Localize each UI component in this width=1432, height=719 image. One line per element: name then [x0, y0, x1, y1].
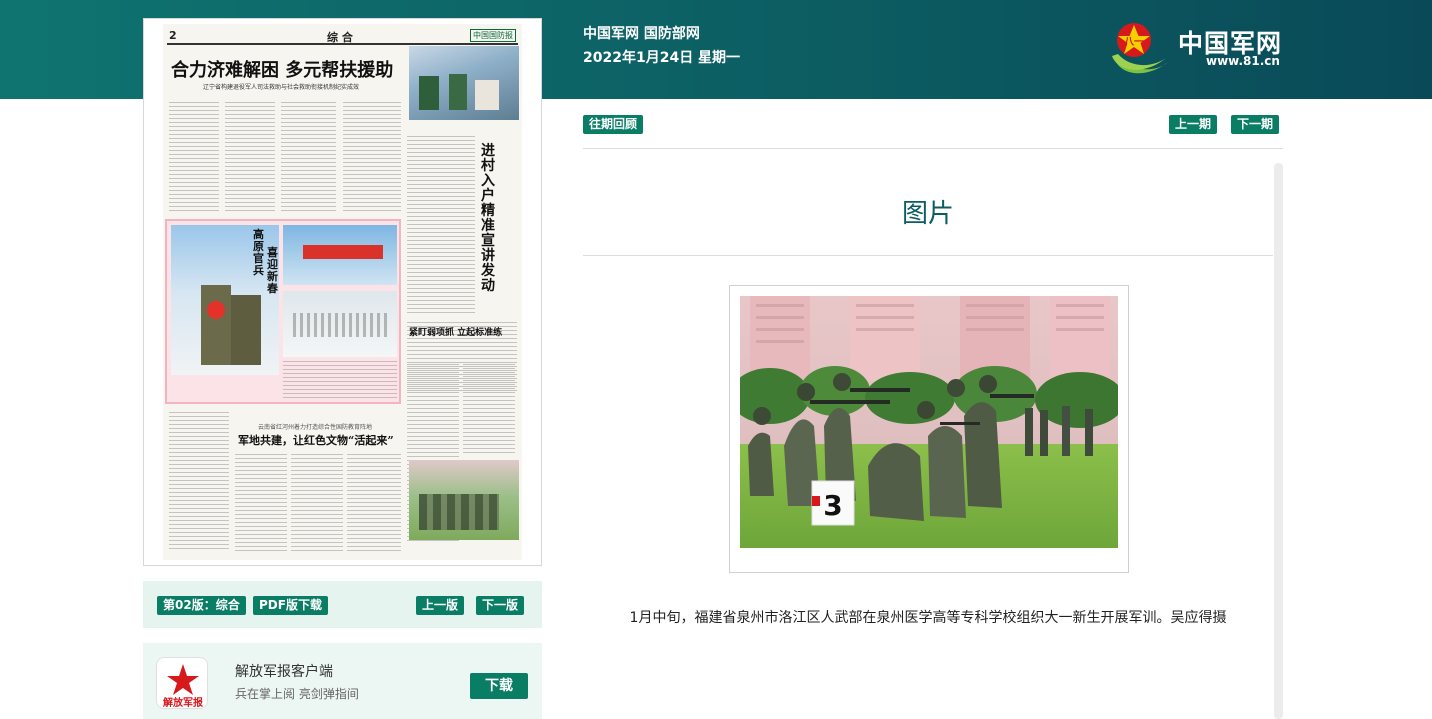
edition-label[interactable]: 第02版：综合: [157, 596, 246, 615]
newspaper-thumbnail[interactable]: 2 综 合 中国国防报 合力济难解困 多元帮扶援助 辽宁省构建退役军人司法救助与…: [143, 18, 542, 566]
text-column: [407, 136, 475, 316]
military-training-photo: 3: [740, 296, 1118, 548]
star-emblem-icon: 八一: [1112, 23, 1168, 74]
text-column: [169, 102, 219, 212]
text-column: [169, 412, 229, 552]
lead-article-subtitle: 辽宁省构建退役军人司法救助与社会救助衔接机制纪实成效: [203, 84, 360, 91]
photo-title-left: 高原官兵: [253, 228, 264, 277]
article-photo-frame[interactable]: 3: [729, 285, 1129, 573]
bottom-article-kicker: 云南省红河州着力打造综合性国防教育阵地: [258, 424, 373, 431]
text-column: [347, 454, 401, 554]
article-title: 图片: [901, 199, 954, 229]
newspaper-photo: [283, 225, 397, 285]
newspaper-page[interactable]: 2 综 合 中国国防报 合力济难解困 多元帮扶援助 辽宁省构建退役军人司法救助与…: [163, 24, 522, 560]
page-number: 2: [169, 29, 177, 42]
app-download-card: 解放军报 解放军报客户端 兵在掌上阅 亮剑弹指间 下载: [143, 643, 542, 719]
text-column: [281, 102, 336, 212]
text-column: [225, 102, 275, 212]
newspaper-masthead: 中国国防报: [470, 29, 516, 42]
photo-feature-box[interactable]: 高原官兵 喜迎新春: [165, 219, 401, 404]
mid-article-title[interactable]: 紧盯弱项抓 立起标准练: [409, 325, 502, 338]
photo-title-right: 喜迎新春: [267, 246, 278, 295]
newspaper-photo: [283, 291, 397, 357]
bottom-article-title[interactable]: 军地共建，让红色文物“活起来”: [238, 432, 394, 448]
next-issue-button[interactable]: 下一期: [1231, 115, 1280, 134]
prev-issue-button[interactable]: 上一期: [1169, 115, 1218, 134]
app-download-button[interactable]: 下载: [470, 673, 528, 699]
issue-date: 2022年1月24日 星期一: [583, 50, 741, 66]
site-logo[interactable]: 八一 中国军网 www.81.cn: [1108, 16, 1288, 80]
photo-caption: 1月中旬，福建省泉州市洛江区人武部在泉州医学高等专科学校组织大一新生开展军训。吴…: [629, 610, 1227, 626]
svg-text:八一: 八一: [1123, 36, 1144, 48]
newspaper-page-header: 2 综 合 中国国防报: [167, 27, 518, 45]
red-star-icon: 解放军报: [163, 664, 203, 709]
next-edition-button[interactable]: 下一版: [476, 596, 525, 615]
pdf-download-button[interactable]: PDF版下载: [253, 596, 328, 615]
photo-caption-text: [283, 361, 397, 399]
text-column: [463, 364, 515, 454]
text-column: [343, 102, 401, 212]
number-board-text: 3: [823, 489, 842, 522]
app-subtitle: 兵在掌上阅 亮剑弹指间: [235, 687, 359, 701]
divider: [583, 148, 1283, 149]
app-title: 解放军报客户端: [235, 664, 333, 680]
lead-article-title[interactable]: 合力济难解困 多元帮扶援助: [171, 56, 393, 82]
text-column: [235, 454, 287, 554]
app-icon-text: 解放军报: [163, 696, 203, 709]
divider: [583, 255, 1273, 256]
header-info: 中国军网 国防部网 2022年1月24日 星期一: [583, 22, 740, 70]
newspaper-photo[interactable]: [409, 46, 519, 120]
prev-edition-button[interactable]: 上一版: [416, 596, 465, 615]
text-column: [291, 454, 343, 554]
archive-button[interactable]: 往期回顾: [583, 115, 644, 134]
jiefangjun-app-icon[interactable]: 解放军报: [156, 657, 208, 709]
scrollbar[interactable]: [1274, 163, 1283, 719]
page-section: 综 合: [327, 31, 353, 44]
edition-bar: 第02版：综合 PDF版下载 上一版 下一版: [143, 581, 542, 628]
vertical-article-title[interactable]: 进村入户精准宣讲发动: [481, 144, 497, 294]
site-links[interactable]: 中国军网 国防部网: [583, 22, 740, 46]
logo-url: www.81.cn: [1206, 54, 1280, 68]
newspaper-photo[interactable]: [409, 460, 519, 540]
